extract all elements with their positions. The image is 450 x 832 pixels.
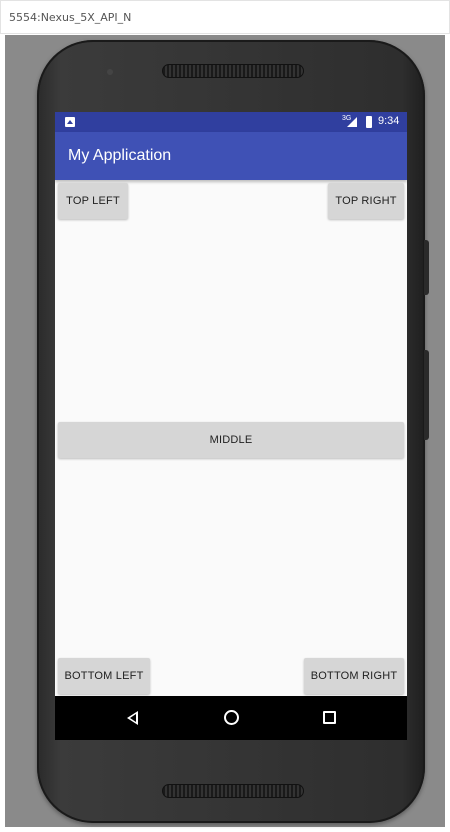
volume-button[interactable] [424,240,429,295]
top-left-button[interactable]: TOP LEFT [58,183,128,219]
status-bar: 3G 9:34 [55,112,407,132]
android-notification-icon [65,117,75,127]
phone-screen: 3G 9:34 My Application TOP LEFT TOP RIGH… [55,112,407,740]
battery-icon [366,116,372,128]
home-circle-icon[interactable] [224,710,239,725]
earpiece-speaker [162,64,304,78]
recents-square-icon[interactable] [323,711,336,724]
bottom-left-button[interactable]: BOTTOM LEFT [58,658,150,694]
app-toolbar: My Application [55,132,407,180]
status-time: 9:34 [378,115,400,127]
navigation-bar [55,696,407,740]
power-button[interactable] [424,350,429,440]
emulator-title-bar: 5554:Nexus_5X_API_N [0,0,450,34]
top-right-button[interactable]: TOP RIGHT [328,183,404,219]
app-title: My Application [68,147,172,164]
bottom-speaker [162,784,304,798]
middle-button[interactable]: MIDDLE [58,422,404,458]
emulator-window-title: 5554:Nexus_5X_API_N [9,11,132,24]
front-camera-icon [107,69,113,75]
back-triangle-icon[interactable] [127,711,138,725]
bottom-right-button[interactable]: BOTTOM RIGHT [304,658,404,694]
signal-icon [347,117,357,127]
